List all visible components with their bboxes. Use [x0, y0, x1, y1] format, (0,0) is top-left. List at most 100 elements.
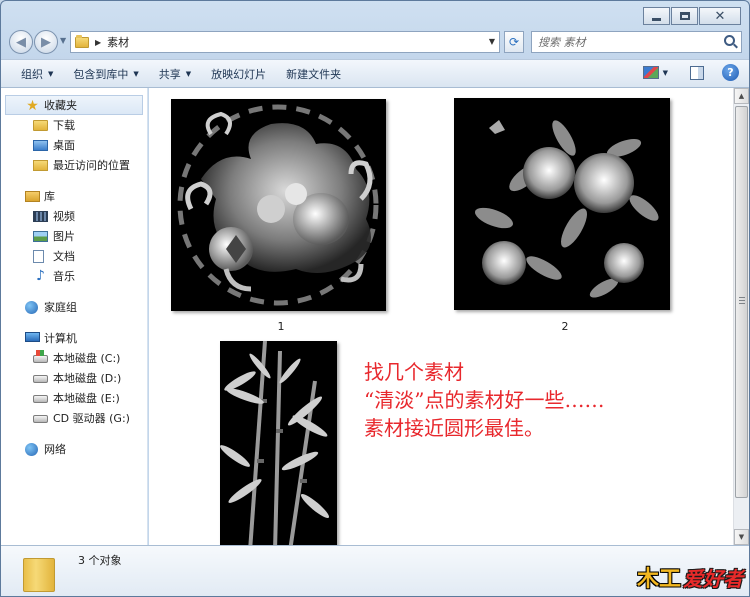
folder-icon: [23, 558, 55, 592]
music-library-icon: ♪: [36, 268, 45, 284]
sidebar-item-label: 桌面: [53, 139, 75, 152]
sidebar-item-label: CD 驱动器 (G:): [53, 412, 130, 425]
chevron-down-icon: ▼: [133, 69, 139, 78]
sidebar-item-libraries[interactable]: 库: [1, 186, 147, 206]
file-name-label[interactable]: 2: [545, 320, 585, 333]
sidebar-item-drive-g[interactable]: CD 驱动器 (G:): [1, 408, 147, 428]
scroll-up-button[interactable]: ▲: [734, 88, 749, 104]
downloads-folder-icon: [33, 120, 48, 131]
maximize-button[interactable]: [671, 7, 698, 25]
file-thumbnail-3[interactable]: [220, 341, 337, 545]
sidebar-item-music[interactable]: ♪ 音乐: [1, 266, 147, 286]
sidebar-item-favorites[interactable]: ★ 收藏夹: [5, 95, 143, 115]
recent-pages-dropdown[interactable]: ▼: [60, 36, 66, 45]
preview-pane-icon[interactable]: [690, 65, 704, 80]
video-library-icon: [33, 211, 48, 222]
sidebar-item-videos[interactable]: 视频: [1, 206, 147, 226]
slideshow-button[interactable]: 放映幻灯片: [201, 60, 276, 87]
sidebar-item-drive-e[interactable]: 本地磁盘 (E:): [1, 388, 147, 408]
address-bar[interactable]: ▶ 素材 ▼: [70, 31, 500, 53]
sidebar-item-recent-places[interactable]: 最近访问的位置: [1, 155, 147, 175]
file-list-area: 1 2 找几个素材 “清淡”点的素材好一些…… 素材接近圆形最佳。: [149, 88, 733, 545]
watermark-logo: 木工 爱好者: [637, 562, 743, 592]
documents-library-icon: [33, 250, 44, 263]
new-folder-button[interactable]: 新建文件夹: [276, 60, 351, 87]
sidebar-item-label: 音乐: [53, 270, 75, 283]
file-thumbnail-2[interactable]: [454, 98, 670, 310]
sidebar-item-label: 图片: [53, 230, 75, 243]
homegroup-icon: [25, 301, 38, 314]
minimize-icon: [652, 17, 661, 21]
navigation-pane: ★ 收藏夹 下载 桌面 最近访问的位置 库 视频 图片 文档 ♪ 音乐 家庭组 …: [1, 88, 148, 545]
desktop-icon: [33, 140, 48, 151]
sidebar-item-label: 计算机: [44, 332, 77, 345]
breadcrumb-current-folder[interactable]: 素材: [107, 34, 129, 50]
maximize-icon: [679, 12, 690, 20]
back-arrow-icon: ◀: [16, 34, 26, 50]
back-button[interactable]: ◀: [9, 30, 33, 54]
system-drive-icon: [33, 350, 48, 363]
sidebar-item-network[interactable]: 网络: [1, 439, 147, 459]
file-thumbnail-1[interactable]: [171, 99, 386, 311]
close-icon: ✕: [714, 8, 726, 24]
view-options-dropdown[interactable]: ▼: [663, 69, 668, 77]
sidebar-item-computer[interactable]: 计算机: [1, 328, 147, 348]
sidebar-item-label: 家庭组: [44, 301, 77, 314]
annotation-line-2: “清淡”点的素材好一些……: [364, 388, 605, 412]
forward-button[interactable]: ▶: [34, 30, 58, 54]
vertical-scrollbar[interactable]: ▲ ▼: [733, 88, 749, 545]
change-view-icon[interactable]: [642, 66, 659, 79]
caption-buttons: ✕: [643, 7, 741, 25]
scroll-grip-icon: [739, 297, 745, 305]
organize-label: 组织: [21, 67, 43, 81]
sidebar-item-drive-c[interactable]: 本地磁盘 (C:): [1, 348, 147, 368]
explorer-window: ✕ ◀ ▶ ▼ ▶ 素材 ▼ ⟳ 组织 ▼ 包含到库中 ▼ 共享 ▼ 放映幻灯片 新建…: [0, 0, 750, 597]
sidebar-item-label: 网络: [44, 443, 66, 456]
hard-drive-icon: [33, 395, 48, 403]
sidebar-item-desktop[interactable]: 桌面: [1, 135, 147, 155]
hard-drive-icon: [33, 375, 48, 383]
close-button[interactable]: ✕: [699, 7, 741, 25]
include-in-library-label: 包含到库中: [73, 67, 129, 81]
refresh-button[interactable]: ⟳: [504, 31, 524, 53]
forward-arrow-icon: ▶: [41, 34, 51, 50]
sidebar-item-label: 本地磁盘 (C:): [53, 352, 121, 365]
sidebar-item-documents[interactable]: 文档: [1, 246, 147, 266]
refresh-icon: ⟳: [508, 35, 520, 49]
sidebar-item-homegroup[interactable]: 家庭组: [1, 297, 147, 317]
search-input[interactable]: [538, 35, 708, 49]
help-icon[interactable]: ?: [722, 64, 739, 81]
command-bar: 组织 ▼ 包含到库中 ▼ 共享 ▼ 放映幻灯片 新建文件夹 ▼ ?: [1, 59, 749, 88]
sidebar-item-drive-d[interactable]: 本地磁盘 (D:): [1, 368, 147, 388]
chevron-down-icon: ▼: [185, 69, 192, 78]
search-box[interactable]: [531, 31, 742, 53]
watermark-mu-text: 木工: [636, 566, 681, 592]
libraries-icon: [25, 191, 40, 202]
minimize-button[interactable]: [643, 7, 670, 25]
address-history-dropdown[interactable]: ▼: [489, 37, 495, 46]
scroll-down-button[interactable]: ▼: [734, 529, 749, 545]
share-menu[interactable]: 共享 ▼: [149, 60, 201, 87]
network-icon: [25, 443, 38, 456]
sidebar-item-label: 最近访问的位置: [53, 159, 130, 172]
chevron-down-icon: ▼: [48, 69, 54, 78]
file-name-label[interactable]: 1: [261, 320, 301, 333]
organize-menu[interactable]: 组织 ▼: [11, 60, 63, 87]
sidebar-item-label: 本地磁盘 (D:): [53, 372, 122, 385]
item-count: 3 个对象: [78, 554, 122, 567]
breadcrumb-chevron-icon[interactable]: ▶: [95, 38, 101, 47]
qilin-relief-image: [177, 104, 379, 306]
sidebar-item-pictures[interactable]: 图片: [1, 226, 147, 246]
search-icon[interactable]: [724, 35, 735, 46]
include-in-library-menu[interactable]: 包含到库中 ▼: [63, 60, 148, 87]
sidebar-item-label: 库: [44, 190, 55, 203]
folder-icon: [75, 34, 89, 48]
annotation-line-1: 找几个素材: [364, 360, 464, 384]
sidebar-item-downloads[interactable]: 下载: [1, 115, 147, 135]
sidebar-item-label: 下载: [53, 119, 75, 132]
annotation-line-3: 素材接近圆形最佳。: [364, 416, 544, 440]
scroll-thumb[interactable]: [735, 106, 748, 498]
